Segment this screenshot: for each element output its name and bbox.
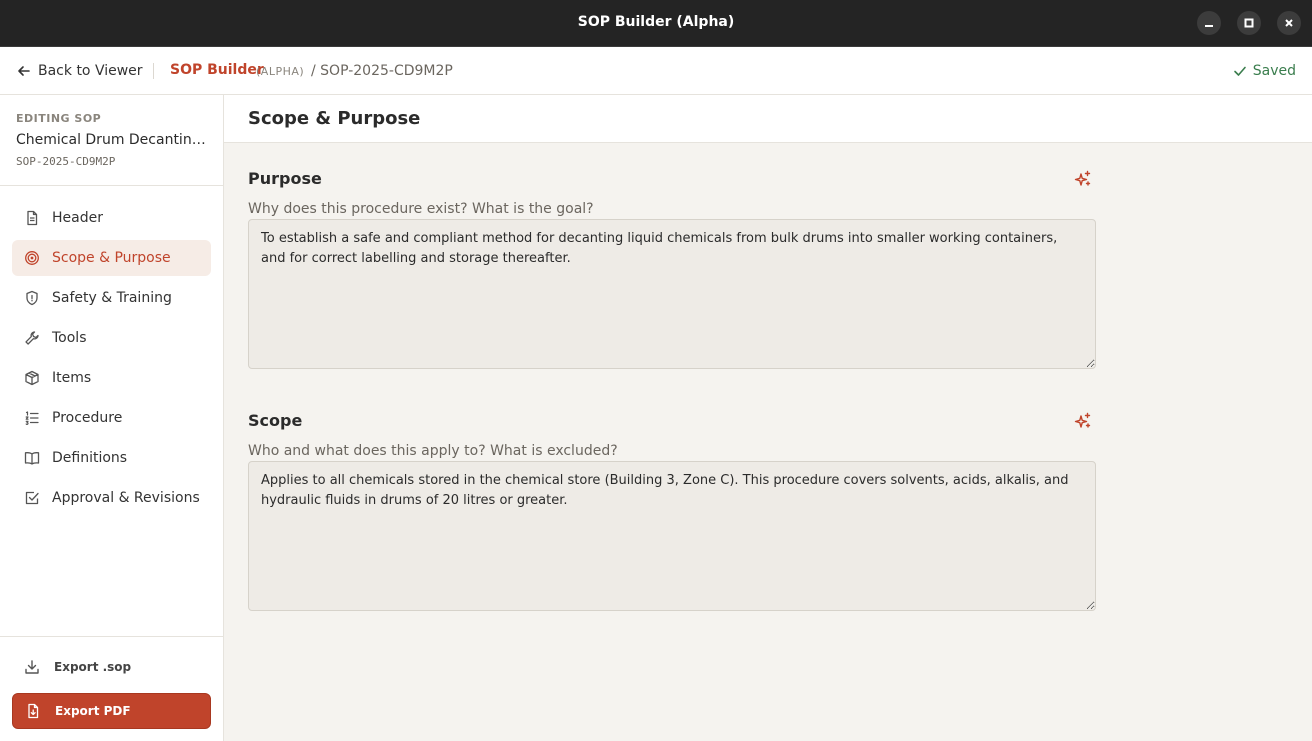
export-sop-button[interactable]: Export .sop bbox=[12, 649, 211, 685]
shield-icon bbox=[26, 290, 38, 306]
check-icon bbox=[1233, 66, 1246, 76]
document-title: Chemical Drum Decanting a... bbox=[16, 132, 208, 148]
wrench-icon bbox=[25, 331, 39, 345]
sidebar-item-label: Header bbox=[52, 210, 103, 226]
sidebar-item-procedure[interactable]: Procedure bbox=[12, 400, 211, 436]
sidebar: EDITING SOP Chemical Drum Decanting a...… bbox=[0, 95, 224, 741]
minimize-button[interactable] bbox=[1197, 11, 1221, 35]
scope-textarea[interactable]: Applies to all chemicals stored in the c… bbox=[248, 461, 1096, 611]
box-icon bbox=[25, 370, 39, 386]
brand-name: SOP Builder bbox=[170, 62, 264, 78]
maximize-icon bbox=[1244, 18, 1254, 28]
minimize-icon bbox=[1205, 25, 1213, 27]
export-pdf-button[interactable]: Export PDF bbox=[12, 693, 211, 729]
export-sop-label: Export .sop bbox=[54, 660, 132, 674]
purpose-hint: Why does this procedure exist? What is t… bbox=[248, 201, 594, 217]
purpose-title: Purpose bbox=[248, 169, 322, 188]
window-title: SOP Builder (Alpha) bbox=[577, 14, 735, 30]
sidebar-item-label: Safety & Training bbox=[52, 290, 172, 306]
close-button[interactable] bbox=[1277, 11, 1301, 35]
main-content: Scope & Purpose Purpose Why does this pr… bbox=[224, 95, 1312, 741]
export-pdf-label: Export PDF bbox=[55, 704, 131, 718]
sidebar-item-tools[interactable]: Tools bbox=[12, 320, 211, 356]
sidebar-item-header[interactable]: Header bbox=[12, 200, 211, 236]
book-icon bbox=[24, 452, 40, 465]
divider bbox=[153, 63, 154, 79]
scope-hint: Who and what does this apply to? What is… bbox=[248, 443, 618, 459]
ai-sparkle-icon[interactable] bbox=[1074, 412, 1092, 430]
sidebar-item-label: Items bbox=[52, 370, 92, 386]
section-header: Scope & Purpose bbox=[224, 95, 1312, 143]
checkbox-icon bbox=[25, 491, 39, 505]
saved-label: Saved bbox=[1252, 63, 1296, 79]
arrow-left-icon bbox=[18, 66, 30, 76]
document-icon bbox=[27, 210, 38, 226]
back-to-viewer-button[interactable]: Back to Viewer bbox=[16, 61, 143, 81]
purpose-textarea[interactable]: To establish a safe and compliant method… bbox=[248, 219, 1096, 369]
divider bbox=[0, 185, 223, 186]
ai-sparkle-icon[interactable] bbox=[1074, 170, 1092, 188]
sidebar-item-label: Procedure bbox=[52, 410, 123, 426]
back-label: Back to Viewer bbox=[38, 63, 143, 79]
sidebar-item-definitions[interactable]: Definitions bbox=[12, 440, 211, 476]
sidebar-item-approval-revisions[interactable]: Approval & Revisions bbox=[12, 480, 211, 516]
scope-section: Scope Who and what does this apply to? W… bbox=[248, 411, 1096, 621]
sidebar-item-label: Definitions bbox=[52, 450, 128, 466]
close-icon bbox=[1285, 19, 1293, 27]
sidebar-item-items[interactable]: Items bbox=[12, 360, 211, 396]
app-toolbar: Back to Viewer SOP Builder (ALPHA) / SOP… bbox=[0, 47, 1312, 95]
section-nav: Header Scope & Purpose Safety & Training… bbox=[12, 200, 211, 520]
maximize-button[interactable] bbox=[1237, 11, 1261, 35]
sidebar-item-label: Scope & Purpose bbox=[52, 250, 171, 266]
download-icon bbox=[25, 660, 39, 674]
divider bbox=[0, 636, 223, 637]
purpose-section: Purpose Why does this procedure exist? W… bbox=[248, 169, 1096, 379]
document-id: SOP-2025-CD9M2P bbox=[16, 155, 116, 168]
sidebar-item-scope-purpose[interactable]: Scope & Purpose bbox=[12, 240, 211, 276]
sidebar-item-safety-training[interactable]: Safety & Training bbox=[12, 280, 211, 316]
file-download-icon bbox=[28, 703, 39, 719]
section-title: Scope & Purpose bbox=[248, 108, 421, 129]
scope-title: Scope bbox=[248, 411, 303, 430]
target-icon bbox=[25, 251, 39, 265]
breadcrumb: / SOP-2025-CD9M2P bbox=[311, 63, 453, 79]
editing-label: EDITING SOP bbox=[16, 112, 102, 125]
sidebar-item-label: Tools bbox=[52, 330, 87, 346]
list-ordered-icon bbox=[25, 411, 39, 425]
alpha-badge: (ALPHA) bbox=[256, 65, 305, 78]
sidebar-item-label: Approval & Revisions bbox=[52, 490, 200, 506]
window-titlebar: SOP Builder (Alpha) bbox=[0, 0, 1312, 47]
saved-status: Saved bbox=[1233, 63, 1296, 79]
